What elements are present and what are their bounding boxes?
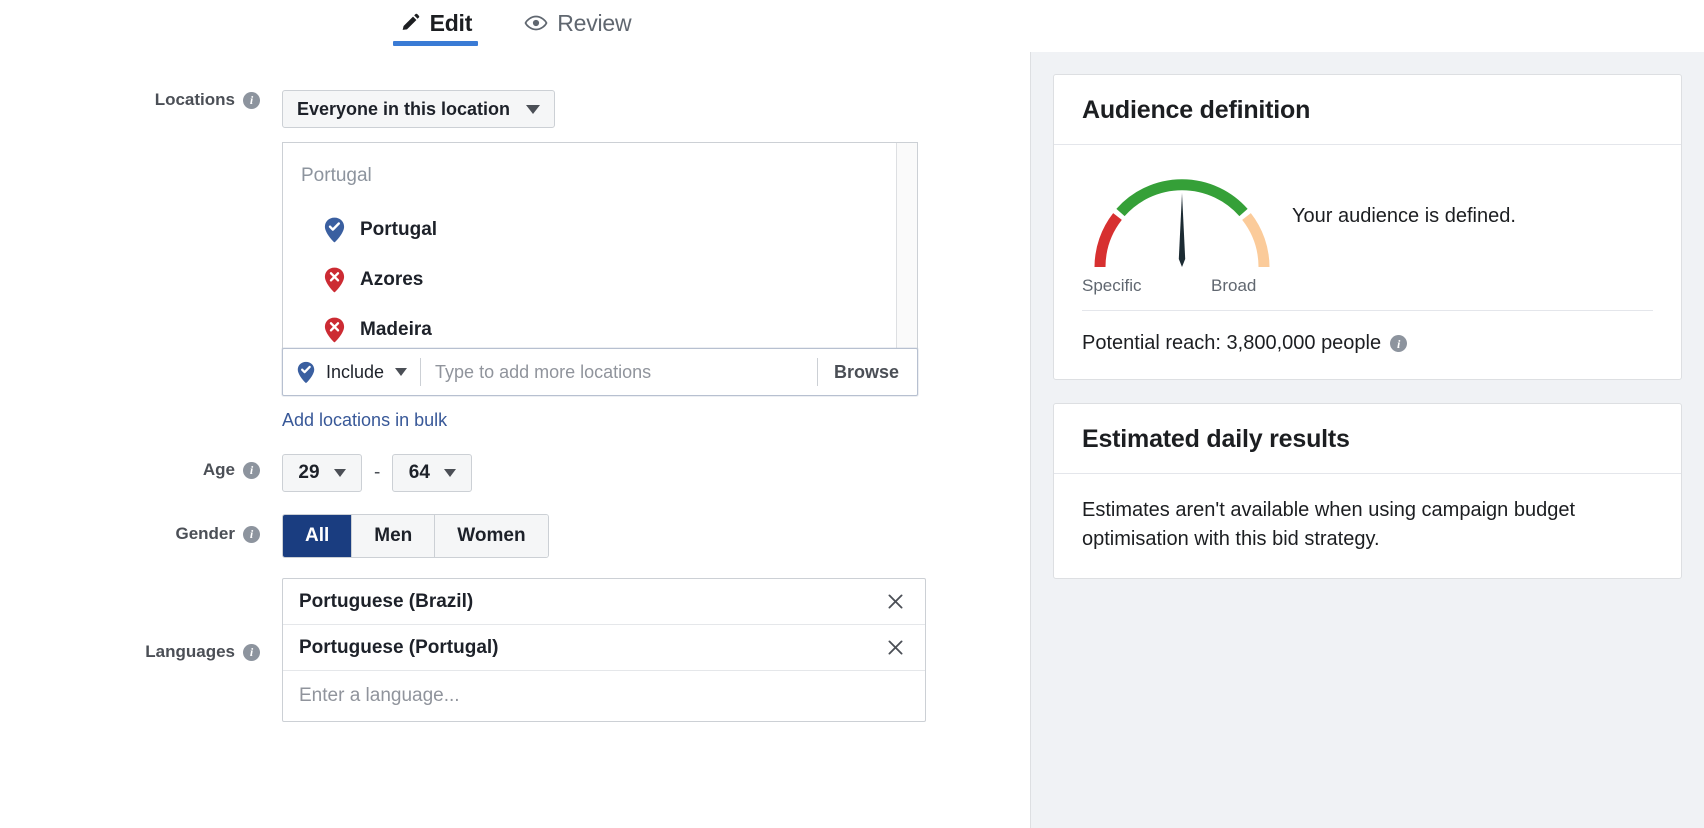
estimated-daily-results-body: Estimates aren't available when using ca…	[1054, 474, 1681, 578]
audience-status-message: Your audience is defined.	[1292, 167, 1516, 230]
age-min-value: 29	[298, 462, 319, 484]
languages-info-icon[interactable]: i	[243, 644, 260, 661]
location-add-row: Include Browse	[282, 348, 918, 396]
ads-manager-audience-editor: Edit Review Locations i Everyone in this…	[0, 0, 1704, 828]
add-locations-bulk-link[interactable]: Add locations in bulk	[282, 410, 447, 431]
locations-label: Locations	[155, 90, 235, 110]
gauge-label-specific: Specific	[1082, 276, 1142, 296]
audience-gauge-area: Specific Broad Your audience is defined.	[1082, 167, 1653, 276]
gender-label-group: Gender i	[0, 524, 260, 544]
location-item-madeira[interactable]: Madeira	[283, 305, 917, 349]
audience-definition-body: Specific Broad Your audience is defined.…	[1054, 145, 1681, 379]
locations-label-group: Locations i	[0, 90, 260, 110]
language-input[interactable]	[299, 685, 909, 707]
location-item-label: Portugal	[360, 219, 437, 241]
language-chip: Portuguese (Brazil)	[283, 579, 925, 625]
potential-reach-row: Potential reach: 3,800,000 people i	[1082, 311, 1653, 355]
estimated-daily-results-title: Estimated daily results	[1082, 425, 1653, 454]
locations-info-icon[interactable]: i	[243, 92, 260, 109]
tab-review[interactable]: Review	[518, 0, 637, 46]
tab-active-indicator	[393, 41, 479, 46]
chevron-down-icon	[395, 368, 407, 376]
tab-review-label: Review	[557, 10, 631, 37]
language-input-wrap	[283, 671, 925, 721]
tab-edit[interactable]: Edit	[393, 0, 479, 46]
tab-edit-label: Edit	[430, 10, 473, 37]
locations-row: Locations i Everyone in this location	[0, 90, 1030, 128]
audience-definition-header: Audience definition	[1054, 75, 1681, 145]
gender-option-women[interactable]: Women	[435, 515, 547, 557]
estimated-daily-results-card: Estimated daily results Estimates aren't…	[1053, 403, 1682, 579]
location-item-azores[interactable]: Azores	[283, 255, 917, 305]
include-mode-select[interactable]: Include	[283, 349, 420, 395]
language-chip-label: Portuguese (Brazil)	[299, 591, 473, 613]
age-label: Age	[203, 460, 235, 480]
locations-search-value: Portugal	[301, 165, 372, 187]
age-label-group: Age i	[0, 460, 260, 480]
locations-list-box: Portugal Portugal	[282, 142, 918, 349]
close-icon[interactable]	[883, 590, 907, 614]
potential-reach-info-icon[interactable]: i	[1390, 335, 1407, 352]
location-item-label: Madeira	[360, 319, 432, 341]
pencil-icon	[399, 12, 421, 34]
locations-items: Portugal Azores	[283, 205, 917, 349]
chevron-down-icon	[334, 469, 346, 477]
age-max-value: 64	[409, 462, 430, 484]
age-min-select[interactable]: 29	[282, 454, 362, 492]
audience-definition-title: Audience definition	[1082, 96, 1653, 125]
eye-icon	[524, 11, 548, 35]
estimated-daily-results-message: Estimates aren't available when using ca…	[1082, 496, 1653, 554]
pin-check-icon	[324, 217, 345, 243]
location-type-value: Everyone in this location	[297, 99, 510, 120]
languages-box: Portuguese (Brazil) Portuguese (Portugal…	[282, 578, 926, 722]
languages-label-group: Languages i	[0, 642, 260, 662]
pin-check-icon	[297, 361, 315, 384]
chevron-down-icon	[444, 469, 456, 477]
language-chip-label: Portuguese (Portugal)	[299, 637, 499, 659]
pin-x-icon	[324, 317, 345, 343]
gender-info-icon[interactable]: i	[243, 526, 260, 543]
gender-label: Gender	[175, 524, 235, 544]
audience-gauge: Specific Broad	[1082, 167, 1282, 276]
audience-definition-card: Audience definition	[1053, 74, 1682, 380]
location-type-select[interactable]: Everyone in this location	[282, 90, 555, 128]
location-item-portugal[interactable]: Portugal	[283, 205, 917, 255]
pin-x-icon	[324, 267, 345, 293]
audience-sidebar: Audience definition	[1030, 52, 1704, 828]
age-separator: -	[374, 462, 380, 484]
include-mode-value: Include	[326, 362, 384, 383]
gender-option-all[interactable]: All	[283, 515, 352, 557]
potential-reach-text: Potential reach: 3,800,000 people	[1082, 332, 1381, 355]
close-icon[interactable]	[883, 636, 907, 660]
gender-segmented-control: All Men Women	[282, 514, 549, 558]
age-max-select[interactable]: 64	[392, 454, 472, 492]
age-controls: 29 - 64	[282, 454, 472, 492]
estimated-daily-results-header: Estimated daily results	[1054, 404, 1681, 474]
editor-tabs: Edit Review	[0, 0, 1030, 50]
gauge-label-broad: Broad	[1211, 276, 1256, 296]
age-info-icon[interactable]: i	[243, 462, 260, 479]
languages-label: Languages	[145, 642, 235, 662]
gender-option-men[interactable]: Men	[352, 515, 435, 557]
targeting-form: Locations i Everyone in this location Po…	[0, 52, 1030, 828]
chevron-down-icon	[526, 105, 540, 114]
language-chip: Portuguese (Portugal)	[283, 625, 925, 671]
location-search-input[interactable]	[421, 349, 817, 395]
location-item-label: Azores	[360, 269, 423, 291]
browse-locations-button[interactable]: Browse	[818, 362, 917, 383]
